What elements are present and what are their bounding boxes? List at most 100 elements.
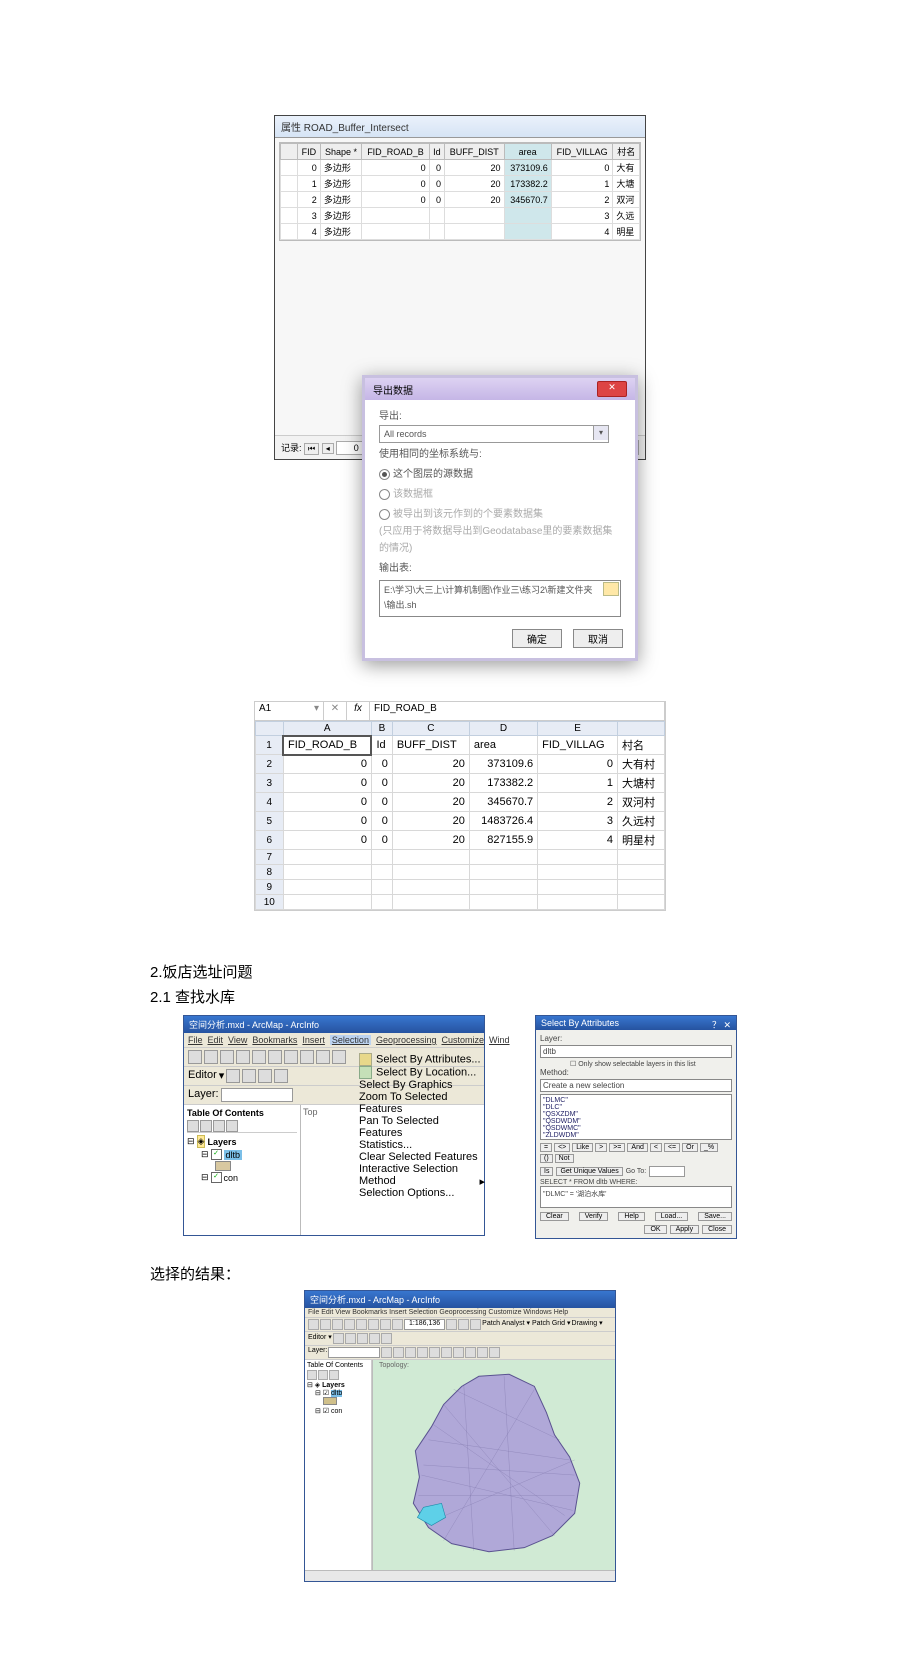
chevron-down-icon[interactable]: ▾ [593,426,608,440]
table-row[interactable]: 4多边形4明星 [281,224,640,240]
op-paren[interactable]: () [540,1154,553,1163]
table-row[interactable]: 2多边形0020345670.72双河 [281,192,640,208]
section-heading-2: 2.饭店选址问题 [150,961,770,982]
undo-icon[interactable] [316,1050,330,1064]
layer-item-dltb[interactable]: ⊟ ✓ dltb [187,1149,297,1160]
output-path-input[interactable]: E:\学习\大三上\计算机制图\作业三\练习2\新建文件夹\输出.sh [379,580,621,617]
help-button[interactable]: Help [618,1212,644,1221]
ok-button[interactable]: OK [644,1225,666,1234]
folder-icon[interactable] [603,582,619,596]
col-fid-villag[interactable]: FID_VILLAG [551,144,613,160]
drawing-dropdown[interactable]: Drawing ▾ [572,1319,603,1330]
patch-analyst[interactable]: Patch Analyst ▾ Patch Grid ▾ [482,1319,570,1330]
col-shape[interactable]: Shape * [320,144,361,160]
apply-button[interactable]: Apply [670,1225,700,1234]
layer-con[interactable]: ⊟ ☑ con [307,1407,369,1415]
layers-root[interactable]: ⊟ ◈ Layers [187,1135,297,1148]
cut-icon[interactable] [252,1050,266,1064]
op-is[interactable]: Is [540,1167,553,1176]
where-clause-input[interactable]: "DLMC" = '湖泊水库' [540,1186,732,1208]
print-icon[interactable] [236,1050,250,1064]
table-row[interactable]: 3多边形3久远 [281,208,640,224]
arcmap3-menubar[interactable]: File Edit View Bookmarks Insert Selectio… [305,1308,615,1318]
first-record-button[interactable]: ⏮ [304,443,319,455]
cancel-button[interactable]: 取消 [573,629,623,648]
col-area[interactable]: area [504,144,551,160]
radio-layer-source[interactable] [379,469,390,480]
cell-a1[interactable]: FID_ROAD_B [283,736,371,755]
col-fid[interactable]: FID [298,144,321,160]
ok-button[interactable]: 确定 [512,629,562,648]
map-canvas [373,1360,615,1570]
table-of-contents: Table Of Contents ⊟ ◈ Layers ⊟ ✓ dltb ⊟ … [184,1105,301,1235]
cancel-formula-icon[interactable]: ✕ [324,702,347,720]
editor-dropdown[interactable]: Editor ▾ [308,1333,332,1344]
layer-combo[interactable]: dltb [540,1045,732,1058]
col-fid-road-b[interactable]: FID_ROAD_B [362,144,429,160]
op-and[interactable]: And [627,1143,647,1152]
menu-select-by-location[interactable]: Select By Location... [359,1066,485,1079]
op-or[interactable]: Or [682,1143,698,1152]
col-buff-dist[interactable]: BUFF_DIST [445,144,504,160]
new-icon[interactable] [188,1050,202,1064]
col-name[interactable]: 村名 [613,144,640,160]
prev-record-button[interactable]: ◂ [322,443,334,454]
menu-select-by-graphics: Select By Graphics [359,1079,485,1091]
layer-dltb[interactable]: ⊟ ☑ dltb [307,1389,369,1397]
fx-icon[interactable]: fx [347,702,370,720]
copy-icon[interactable] [268,1050,282,1064]
close-icon[interactable]: ？ ✕ [712,1018,731,1031]
verify-button[interactable]: Verify [579,1212,609,1221]
method-combo[interactable]: Create a new selection [540,1079,732,1092]
op-eq[interactable]: = [540,1143,552,1152]
horizontal-scrollbar[interactable] [305,1570,615,1581]
menu-interactive-method[interactable]: Interactive Selection Method ▸ [359,1163,485,1187]
clear-button[interactable]: Clear [540,1212,569,1221]
col-header-b[interactable]: B [371,721,392,736]
col-header-e[interactable]: E [538,721,618,736]
delete-icon[interactable] [300,1050,314,1064]
formula-bar[interactable]: FID_ROAD_B [370,702,665,720]
arcmap3-toolbar1[interactable]: 1:186,136 Patch Analyst ▾ Patch Grid ▾ D… [305,1318,615,1332]
saveq-button[interactable]: Save... [698,1212,732,1221]
op-not[interactable]: Not [555,1154,574,1163]
load-button[interactable]: Load... [655,1212,688,1221]
col-id[interactable]: Id [429,144,444,160]
redo-icon[interactable] [332,1050,346,1064]
menu-selection-options[interactable]: Selection Options... [359,1187,485,1199]
get-unique-button[interactable]: Get Unique Values [556,1167,622,1176]
close-icon[interactable]: ✕ [597,381,627,397]
col-selector[interactable] [281,144,298,160]
fields-list[interactable]: "DLMC""DLC""QSXZDM""QSDWDM""QSDWMC""ZLDW… [540,1094,732,1140]
scale-combo[interactable]: 1:186,136 [404,1319,445,1330]
open-icon[interactable] [204,1050,218,1064]
row-header[interactable]: 1 [256,736,284,755]
paste-icon[interactable] [284,1050,298,1064]
dialog-title-text: 导出数据 [373,382,413,397]
op-like[interactable]: Like [572,1143,593,1152]
menu-clear-selected: Clear Selected Features [359,1151,485,1163]
op-le[interactable]: <= [664,1143,680,1152]
op-pct[interactable]: _% [700,1143,718,1152]
map-view[interactable]: Topology: [372,1360,615,1570]
save-icon[interactable] [220,1050,234,1064]
layer-item-con[interactable]: ⊟ ✓ con [187,1172,297,1183]
table-row[interactable]: 1多边形0020173382.21大塘 [281,176,640,192]
select-all-cell[interactable] [256,721,284,736]
col-header-c[interactable]: C [392,721,469,736]
close-button[interactable]: Close [702,1225,732,1234]
op-ne[interactable]: <> [554,1143,570,1152]
op-ge[interactable]: >= [609,1143,625,1152]
col-header-f[interactable] [617,721,664,736]
op-gt[interactable]: > [595,1143,607,1152]
menu-select-by-attributes[interactable]: Select By Attributes... [359,1053,485,1066]
op-lt[interactable]: < [650,1143,662,1152]
name-box[interactable]: A1 ▾ [255,702,324,720]
output-label: 输出表: [379,560,621,577]
col-header-a[interactable]: A [283,721,371,736]
table-row[interactable]: 0多边形0020373109.60大有 [281,160,640,176]
goto-input[interactable] [649,1166,685,1177]
menubar[interactable]: FileEditViewBookmarksInsertSelectionGeop… [184,1033,484,1048]
col-header-d[interactable]: D [469,721,537,736]
export-combo[interactable]: All records▾ [379,425,609,443]
